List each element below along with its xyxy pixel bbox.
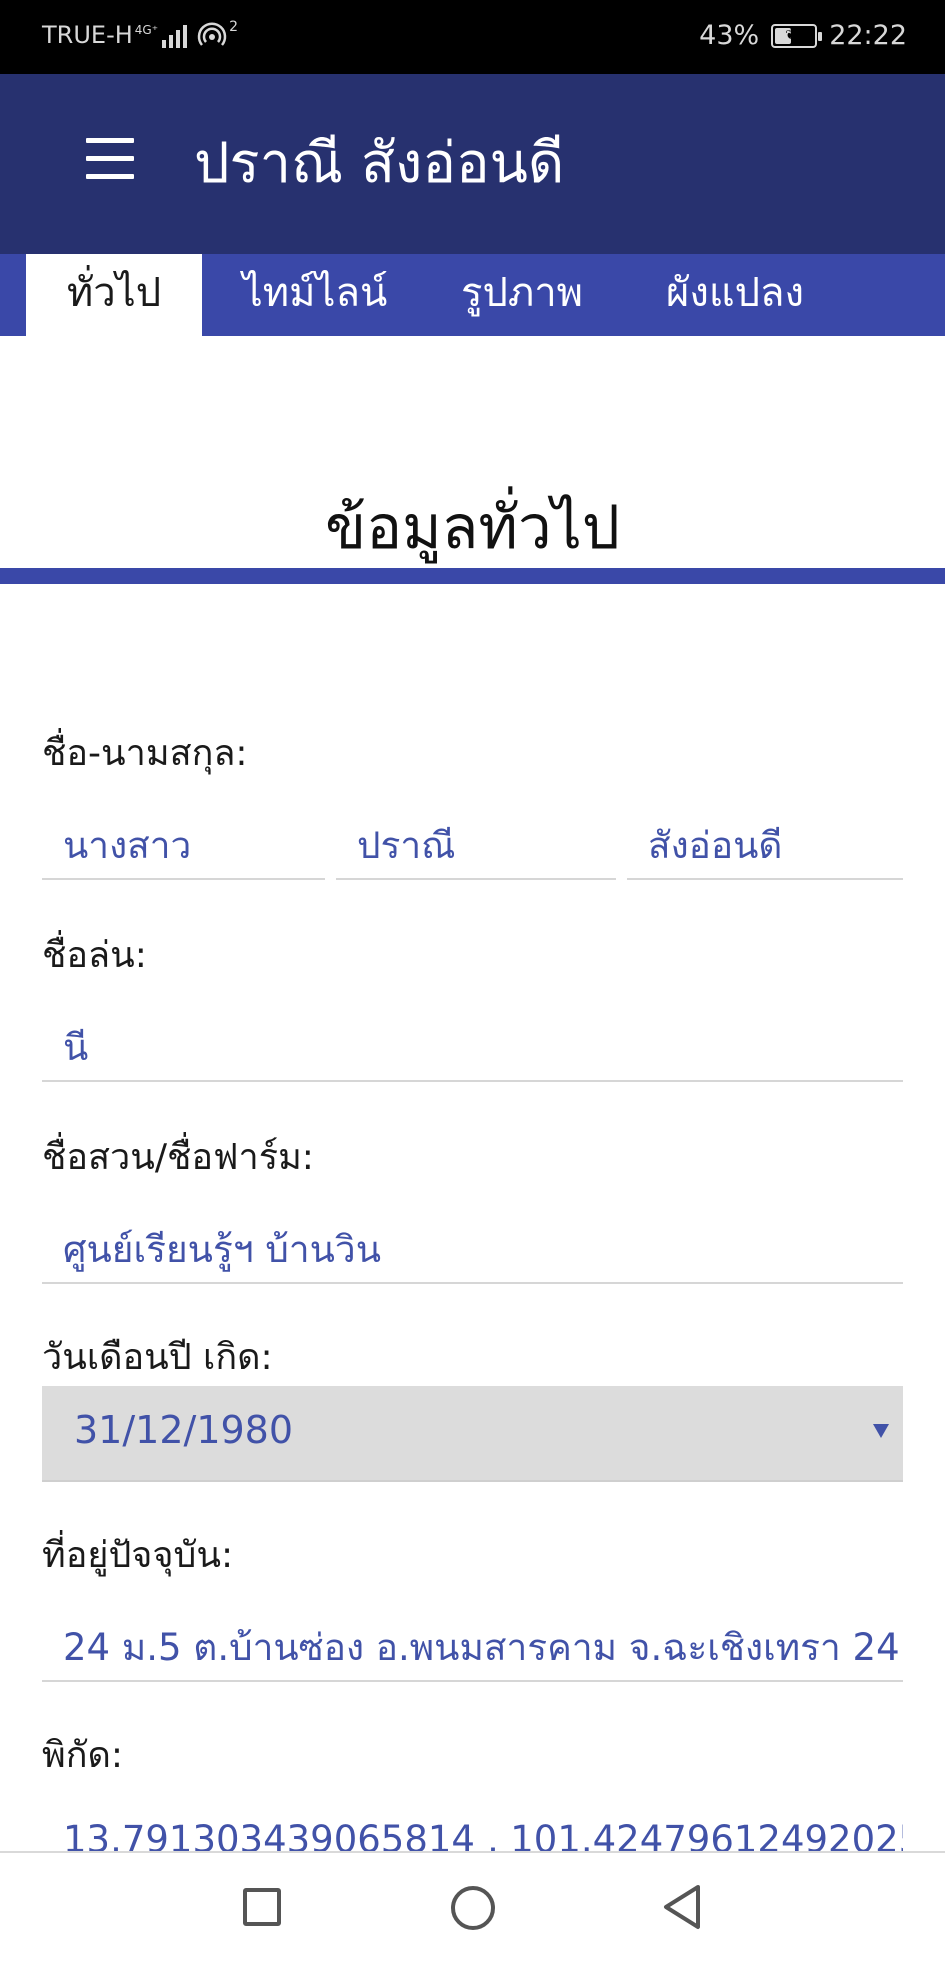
tab-bar: ทั่วไป ไทม์ไลน์ รูปภาพ ผังแปลง [0,254,945,336]
recents-square-icon[interactable] [243,1888,281,1926]
nickname-label: ชื่อล่น: [42,935,147,976]
battery-percent: 43% [699,20,760,51]
section-divider [0,568,945,584]
clock: 22:22 [829,20,907,51]
coordinates-label: พิกัด: [42,1735,124,1776]
farm-name-field[interactable]: ศูนย์เรียนรู้ฯ บ้านวิน [42,1202,903,1284]
status-right-group: 43% ❦ 22:22 [699,20,907,51]
hotspot-icon [197,22,227,46]
tab-general[interactable]: ทั่วไป [26,254,202,336]
name-prefix-field[interactable]: นางสาว [42,798,325,880]
address-field[interactable]: 24 ม.5 ต.บ้านซ่อง อ.พนมสารคาม จ.ฉะเชิงเท… [42,1600,903,1682]
birth-date-select[interactable]: 31/12/1980 [42,1386,903,1482]
carrier-name: TRUE-H [42,21,133,49]
birth-date-label: วันเดือนปี เกิด: [42,1337,273,1378]
page-title: ปราณี สังอ่อนดี [194,131,565,196]
first-name-field[interactable]: ปราณี [336,798,616,880]
dropdown-arrow-icon [873,1424,889,1438]
tab-plot-layout[interactable]: ผังแปลง [640,254,830,336]
tab-photos[interactable]: รูปภาพ [432,254,612,336]
status-left-group: TRUE-H 4G⁺ 2 [42,19,238,50]
battery-icon: ❦ [771,23,823,48]
section-title: ข้อมูลทั่วไป [325,493,620,563]
system-nav-bar [0,1851,945,1964]
signal-strength-icon [162,22,188,48]
back-triangle-icon[interactable] [660,1883,704,1931]
status-bar: TRUE-H 4G⁺ 2 43% ❦ 22:22 [0,0,945,74]
home-circle-icon[interactable] [451,1886,495,1930]
network-type: 4G⁺ [134,23,159,37]
nickname-field[interactable]: นี [42,1000,903,1082]
tab-timeline[interactable]: ไทม์ไลน์ [222,254,408,336]
app-bar: ปราณี สังอ่อนดี [0,74,945,254]
last-name-field[interactable]: สังอ่อนดี [627,798,903,880]
address-label: ที่อยู่ปัจจุบัน: [42,1535,234,1576]
power-saving-leaf-icon: ❦ [785,27,797,43]
birth-date-value: 31/12/1980 [74,1408,294,1452]
hotspot-count: 2 [229,19,238,35]
farm-name-label: ชื่อสวน/ชื่อฟาร์ม: [42,1137,314,1178]
hamburger-menu-icon[interactable] [86,136,136,180]
name-label: ชื่อ-นามสกุล: [42,733,248,774]
